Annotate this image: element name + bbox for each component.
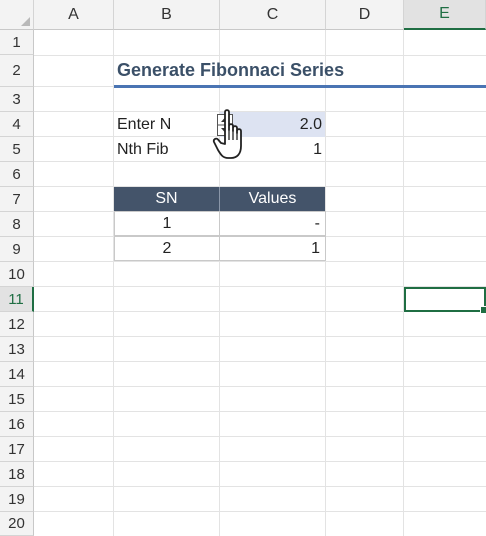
row-header-3[interactable]: 3 (0, 87, 34, 112)
gridline (34, 386, 486, 387)
hand-cursor-icon (212, 109, 242, 159)
enter-n-label: Enter N (117, 116, 172, 133)
table-header-sn: SN (114, 187, 219, 211)
gridline (34, 361, 486, 362)
sheet-title: Generate Fibonnaci Series (117, 60, 345, 80)
row-header-17[interactable]: 17 (0, 437, 34, 462)
nth-fib-label: Nth Fib (117, 141, 169, 158)
gridline (34, 411, 486, 412)
column-header-c[interactable]: C (220, 0, 326, 30)
table-header-divider (219, 187, 220, 211)
row-header-9[interactable]: 9 (0, 237, 34, 262)
row-header-20[interactable]: 20 (0, 512, 34, 536)
row-header-19[interactable]: 19 (0, 487, 34, 512)
table-row: 1 (219, 236, 326, 261)
gridline (34, 261, 486, 262)
gridline (34, 486, 486, 487)
row-header-12[interactable]: 12 (0, 312, 34, 337)
column-header-e[interactable]: E (404, 0, 486, 30)
enter-n-value[interactable]: 2.0 (300, 112, 322, 137)
table-row: 1 (114, 211, 220, 236)
column-header-d[interactable]: D (326, 0, 404, 30)
row-header-16[interactable]: 16 (0, 412, 34, 437)
row-header-13[interactable]: 13 (0, 337, 34, 362)
row-header-10[interactable]: 10 (0, 262, 34, 287)
row-header-7[interactable]: 7 (0, 187, 34, 212)
table-row: - (219, 211, 326, 236)
row-header-11[interactable]: 11 (0, 287, 34, 312)
table-row: 2 (114, 236, 220, 261)
column-header-a[interactable]: A (34, 0, 114, 30)
column-header-b[interactable]: B (114, 0, 220, 30)
table-header-values: Values (220, 187, 325, 211)
nth-fib-value: 1 (313, 141, 322, 158)
row-header-4[interactable]: 4 (0, 112, 34, 137)
row-header-5[interactable]: 5 (0, 137, 34, 162)
row-header-14[interactable]: 14 (0, 362, 34, 387)
row-header-18[interactable]: 18 (0, 462, 34, 487)
row-header-2[interactable]: 2 (0, 55, 34, 87)
row-header-6[interactable]: 6 (0, 162, 34, 187)
select-all-corner[interactable] (0, 0, 34, 30)
gridline (34, 461, 486, 462)
row-header-15[interactable]: 15 (0, 387, 34, 412)
gridline (34, 336, 486, 337)
selected-cell-e11[interactable] (404, 287, 486, 314)
gridline (34, 436, 486, 437)
gridline (34, 511, 486, 512)
fill-handle[interactable] (480, 306, 486, 314)
row-header-8[interactable]: 8 (0, 212, 34, 237)
row-header-1[interactable]: 1 (0, 30, 34, 55)
gridline (34, 161, 486, 162)
title-underline (114, 85, 486, 88)
